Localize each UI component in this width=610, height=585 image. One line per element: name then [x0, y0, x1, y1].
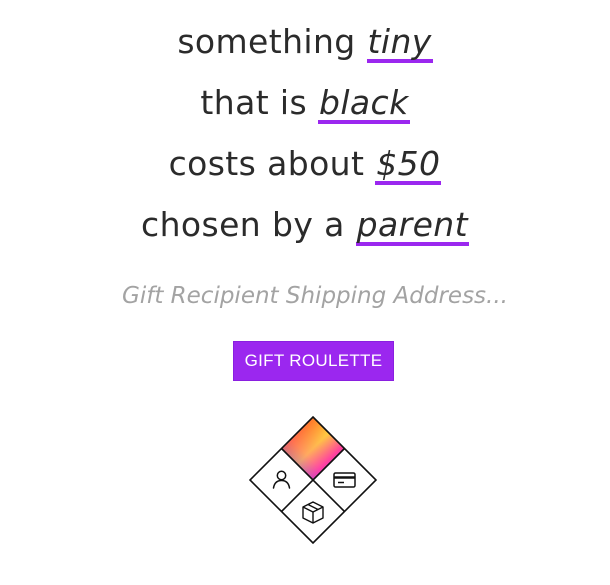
sentence-line-size: something tiny — [0, 22, 610, 63]
sentence-line-chooser: chosen by a parent — [0, 205, 610, 246]
sentence-prefix-color: that is — [200, 83, 318, 122]
package-box-icon — [302, 501, 324, 524]
credit-card-icon — [333, 472, 356, 488]
user-icon — [272, 470, 291, 489]
sentence-prefix-chooser: chosen by a — [141, 205, 356, 244]
rainbow-gradient-tile — [281, 417, 345, 480]
brand-logo — [249, 416, 377, 544]
color-choice-link[interactable]: black — [317, 86, 410, 124]
price-choice-link[interactable]: $50 — [375, 147, 442, 185]
sentence-line-color: that is black — [0, 83, 610, 124]
chooser-choice-link[interactable]: parent — [355, 208, 469, 246]
sentence-prefix-size: something — [177, 22, 367, 61]
size-choice-link[interactable]: tiny — [366, 25, 433, 63]
gift-roulette-button[interactable]: GIFT ROULETTE — [233, 341, 394, 381]
sentence-line-price: costs about $50 — [0, 144, 610, 185]
sentence-prefix-price: costs about — [168, 144, 376, 183]
shipping-address-input[interactable] — [55, 278, 575, 314]
